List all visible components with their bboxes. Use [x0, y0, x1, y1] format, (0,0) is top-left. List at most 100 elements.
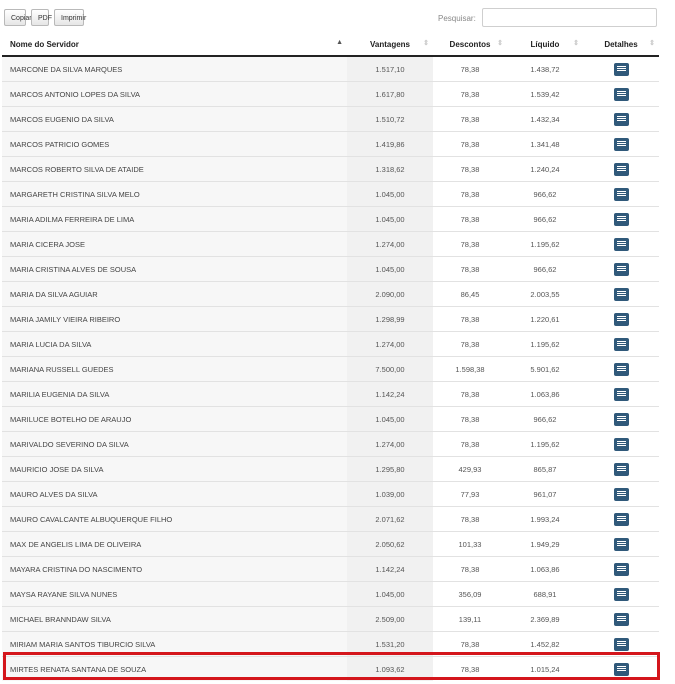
details-button[interactable]	[613, 412, 629, 426]
cell-detalhes	[583, 331, 659, 357]
search-input[interactable]	[482, 8, 657, 27]
cell-vantagens: 1.318,62	[347, 156, 433, 182]
sort-asc-icon: ▲	[336, 39, 343, 46]
cell-liquido: 1.195,62	[507, 331, 583, 357]
table-row: MARIA ADILMA FERREIRA DE LIMA 1.045,00 78,…	[2, 206, 659, 232]
details-button[interactable]	[613, 212, 629, 226]
table-row: MIRIAM MARIA SANTOS TIBURCIO SILVA 1.531,…	[2, 631, 659, 657]
details-button[interactable]	[613, 387, 629, 401]
cell-vantagens: 1.419,86	[347, 131, 433, 157]
cell-name: MARCOS ROBERTO SILVA DE ATAIDE	[2, 156, 347, 182]
details-button[interactable]	[613, 562, 629, 576]
cell-detalhes	[583, 506, 659, 532]
column-header-name[interactable]: Nome do Servidor ▲	[2, 33, 347, 57]
cell-liquido: 1.539,42	[507, 81, 583, 107]
cell-descontos: 78,38	[433, 81, 507, 107]
cell-descontos: 78,38	[433, 631, 507, 657]
column-header-vantagens[interactable]: Vantagens ⇕	[347, 33, 433, 57]
cell-name: MARIA JAMILY VIEIRA RIBEIRO	[2, 306, 347, 332]
details-button[interactable]	[613, 437, 629, 451]
cell-detalhes	[583, 106, 659, 132]
details-button[interactable]	[613, 487, 629, 501]
cell-liquido: 966,62	[507, 406, 583, 432]
cell-detalhes	[583, 631, 659, 657]
cell-descontos: 78,38	[460, 64, 480, 74]
column-header-liquido[interactable]: Líquido ⇕	[507, 33, 583, 57]
cell-name: MAURO CAVALCANTE ALBUQUERQUE FILHO	[2, 506, 347, 532]
details-button[interactable]	[613, 362, 629, 376]
sort-arrows-icon: ⇕	[423, 40, 429, 47]
cell-liquido: 961,07	[507, 481, 583, 507]
details-button[interactable]	[613, 637, 629, 651]
details-button[interactable]	[613, 537, 629, 551]
cell-descontos: 1.598,38	[433, 356, 507, 382]
cell-liquido: 1.063,86	[507, 556, 583, 582]
cell-detalhes	[583, 381, 659, 407]
table-row: MAYARA CRISTINA DO NASCIMENTO 1.142,24 78,…	[2, 556, 659, 582]
cell-vantagens: 1.093,62	[347, 656, 433, 681]
cell-vantagens: 2.509,00	[347, 606, 433, 632]
table-row: MARIA DA SILVA AGUIAR 2.090,00 86,45 2.003,…	[2, 281, 659, 307]
details-button[interactable]	[613, 137, 629, 151]
cell-detalhes	[583, 81, 659, 107]
cell-detalhes	[583, 306, 659, 332]
table-row: MAURO ALVES DA SILVA 1.039,00 77,93 961,07	[2, 481, 659, 507]
cell-vantagens: 1.142,24	[347, 381, 433, 407]
cell-liquido: 1.220,61	[507, 306, 583, 332]
cell-name: MARCOS PATRICIO GOMES	[2, 131, 347, 157]
details-button[interactable]	[613, 587, 629, 601]
details-button[interactable]	[613, 87, 629, 101]
print-button[interactable]: Imprimir	[54, 9, 86, 26]
details-button[interactable]	[613, 162, 629, 176]
cell-detalhes	[583, 231, 659, 257]
table-row: MARCOS EUGENIO DA SILVA 1.510,72 78,38 1.43…	[2, 106, 659, 132]
cell-descontos: 78,38	[433, 506, 507, 532]
table-row: MARCOS ANTONIO LOPES DA SILVA 1.617,80 78,…	[2, 81, 659, 107]
cell-name: MIRIAM MARIA SANTOS TIBURCIO SILVA	[2, 631, 347, 657]
cell-liquido: 1.341,48	[507, 131, 583, 157]
cell-vantagens: 1.045,00	[347, 181, 433, 207]
column-header-label: Nome do Servidor	[10, 39, 79, 49]
details-button[interactable]	[613, 112, 629, 126]
details-button[interactable]	[613, 512, 629, 526]
cell-name: MARCONE DA SILVA MARQUES	[2, 56, 347, 82]
cell-vantagens: 1.039,00	[347, 481, 433, 507]
cell-vantagens: 1.274,00	[347, 231, 433, 257]
cell-name: MIRTES RENATA SANTANA DE SOUZA	[2, 656, 347, 681]
details-button[interactable]	[613, 187, 629, 201]
cell-name: MAYSA RAYANE SILVA NUNES	[2, 581, 347, 607]
copy-button[interactable]: Copiar	[4, 9, 32, 26]
cell-liquido: 966,62	[507, 206, 583, 232]
details-button[interactable]	[613, 287, 629, 301]
cell-vantagens: 1.531,20	[347, 631, 433, 657]
cell-liquido: 966,62	[507, 181, 583, 207]
table-row: MARIA CICERA JOSE 1.274,00 78,38 1.195,62	[2, 231, 659, 257]
details-button[interactable]	[613, 337, 629, 351]
details-button[interactable]	[613, 662, 629, 676]
column-header-label: Detalhes	[604, 39, 638, 49]
cell-name: MARGARETH CRISTINA SILVA MELO	[2, 181, 347, 207]
cell-name: MARIANA RUSSELL GUEDES	[2, 356, 347, 382]
column-header-detalhes[interactable]: Detalhes ⇕	[583, 33, 659, 57]
cell-name: MAURICIO JOSE DA SILVA	[2, 456, 347, 482]
cell-descontos: 78,38	[433, 381, 507, 407]
details-button[interactable]	[613, 612, 629, 626]
cell-descontos: 78,38	[433, 131, 507, 157]
cell-detalhes	[583, 531, 659, 557]
column-header-descontos[interactable]: Descontos ⇕	[433, 33, 507, 57]
details-button[interactable]	[613, 237, 629, 251]
cell-detalhes	[583, 181, 659, 207]
pdf-button[interactable]: PDF	[31, 9, 52, 26]
cell-liquido: 865,87	[507, 456, 583, 482]
details-button[interactable]	[613, 312, 629, 326]
search-label: Pesquisar:	[438, 14, 476, 23]
table-row: MARCOS PATRICIO GOMES 1.419,86 78,38 1.341,…	[2, 131, 659, 157]
details-button[interactable]	[613, 62, 629, 76]
cell-vantagens: 1.298,99	[347, 306, 433, 332]
column-header-label: Descontos	[449, 39, 491, 49]
cell-vantagens: 2.071,62	[347, 506, 433, 532]
details-button[interactable]	[613, 462, 629, 476]
details-button[interactable]	[613, 262, 629, 276]
cell-descontos: 78,38	[433, 256, 507, 282]
cell-liquido: 1.063,86	[507, 381, 583, 407]
